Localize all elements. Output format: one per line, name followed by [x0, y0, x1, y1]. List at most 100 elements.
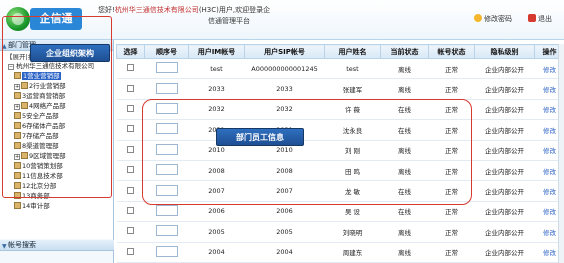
expand-icon[interactable]: + — [14, 104, 20, 110]
tree-node[interactable]: 8渠道管理部 — [14, 142, 59, 150]
account-status-cell: 正常 — [428, 160, 475, 182]
department-icon — [21, 82, 28, 89]
user-name-cell: 刘 刚 — [324, 140, 381, 161]
col-header[interactable]: 隐私级别 — [474, 44, 535, 59]
account-status-cell: 正常 — [428, 221, 475, 243]
table-row[interactable]: 20312031沈永良在线正常企业内部公开修改 — [116, 119, 564, 141]
order-input[interactable] — [155, 225, 178, 237]
order-cell — [144, 242, 189, 263]
order-input[interactable] — [155, 164, 178, 176]
row-checkbox[interactable] — [127, 206, 134, 214]
row-checkbox[interactable] — [127, 125, 134, 133]
current-status-cell: 离线 — [380, 160, 429, 182]
privacy-level-cell: 企业内部公开 — [474, 78, 535, 100]
row-checkbox[interactable] — [127, 104, 134, 112]
col-header[interactable]: 选择 — [116, 44, 145, 59]
col-header[interactable]: 用户姓名 — [324, 44, 381, 59]
edit-link[interactable]: 修改 — [543, 249, 556, 257]
tree-node[interactable]: 1营业营销部 — [14, 72, 61, 80]
col-header[interactable]: 当前状态 — [380, 44, 429, 59]
vertical-scrollbar[interactable] — [558, 44, 564, 263]
tree-node[interactable]: 7存储产品部 — [14, 132, 59, 140]
tree-node[interactable]: +9区域管理部 — [14, 152, 66, 160]
edit-link[interactable]: 修改 — [543, 147, 556, 155]
order-input[interactable] — [155, 102, 178, 114]
table-row[interactable]: 2004 2004 周建东 离线 正常 企业内部公开 修改 — [116, 242, 564, 263]
col-header[interactable]: 帐号状态 — [428, 44, 475, 59]
table-row[interactable]: 2032 2032 许 薇在线 正常 企业内部公开 修改 — [116, 99, 564, 121]
tree-node[interactable]: 3运营商营销部 — [14, 92, 65, 100]
col-header[interactable]: 顺序号 — [144, 44, 189, 59]
change-password-button[interactable]: 修改密码 — [474, 14, 512, 24]
edit-link[interactable]: 修改 — [543, 127, 556, 135]
order-cell — [144, 180, 189, 202]
sip-account-cell: 2007 — [244, 180, 325, 202]
edit-link[interactable]: 修改 — [543, 86, 556, 94]
department-icon — [21, 102, 28, 109]
account-panel-header[interactable]: ▼ 帐号搜索 — [0, 240, 114, 251]
row-checkbox[interactable] — [127, 227, 134, 235]
user-name-cell: 张建军 — [324, 78, 381, 100]
current-status-cell: 离线 — [380, 140, 429, 161]
sip-account-cell: 2008 — [244, 160, 325, 182]
welcome-suffix: (H3C)用户,欢迎登录企 — [198, 6, 271, 14]
im-account-cell: test — [188, 58, 245, 80]
tree-node[interactable]: 13商务部 — [14, 192, 50, 200]
order-input[interactable] — [155, 143, 178, 155]
exit-button[interactable]: 退出 — [528, 14, 552, 24]
col-header[interactable]: 用户IM帐号 — [188, 44, 245, 59]
exit-icon — [528, 14, 536, 22]
table-row[interactable]: 2010 2010 刘 刚离线 正常 企业内部公开 修改 — [116, 140, 564, 161]
row-checkbox[interactable] — [127, 247, 134, 255]
edit-link[interactable]: 修改 — [543, 106, 556, 114]
order-input[interactable] — [155, 82, 178, 94]
current-status-cell: 离线 — [380, 78, 429, 100]
order-input[interactable] — [155, 62, 178, 74]
table-row[interactable]: 2006 2006 吴 设在线 正常 企业内部公开 修改 — [116, 201, 564, 223]
table-row[interactable]: 2008 2008 田 鸣离线 正常 企业内部公开 修改 — [116, 160, 564, 182]
row-checkbox[interactable] — [127, 84, 134, 92]
table-row[interactable]: 2033 2033 张建军 离线 正常 企业内部公开 修改 — [116, 78, 564, 100]
row-checkbox[interactable] — [127, 166, 134, 174]
edit-link[interactable]: 修改 — [543, 66, 556, 74]
row-checkbox[interactable] — [127, 145, 134, 153]
edit-link[interactable]: 修改 — [543, 229, 556, 237]
tree-node[interactable]: 12北京分部 — [14, 182, 56, 190]
sip-account-cell: 2032 — [244, 99, 325, 121]
tree-node[interactable]: 14审计部 — [14, 202, 50, 210]
edit-link[interactable]: 修改 — [543, 208, 556, 216]
row-checkbox[interactable] — [127, 186, 134, 194]
expand-icon[interactable]: + — [14, 154, 20, 160]
tree-node[interactable]: 10营销策划部 — [14, 162, 63, 170]
edit-link[interactable]: 修改 — [543, 168, 556, 176]
table-row[interactable]: test A000000000001245 test 离线 正常 企业内部公开 修改 — [116, 58, 564, 80]
top-header: 企信通 您好!杭州华三通信技术有限公司(H3C)用户,欢迎登录企 信通管理平台 … — [0, 0, 564, 40]
tree-node-label: 7存储产品部 — [22, 132, 59, 140]
order-input[interactable] — [155, 204, 178, 216]
table-row[interactable]: 2005 2005 刘晓明 离线 正常 企业内部公开 修改 — [116, 221, 564, 243]
sip-account-cell: 2004 — [244, 242, 325, 263]
col-header[interactable]: 用户SIP帐号 — [244, 44, 325, 59]
sip-account-cell: 2006 — [244, 201, 325, 223]
collapse-toggle-icon[interactable]: − — [8, 64, 14, 70]
order-cell — [144, 140, 189, 161]
user-name-cell: test — [324, 58, 381, 80]
tree-node[interactable]: +2行业营销部 — [14, 82, 66, 90]
expand-icon[interactable]: + — [14, 84, 20, 90]
edit-link[interactable]: 修改 — [543, 188, 556, 196]
order-cell — [144, 119, 189, 141]
order-input[interactable] — [155, 123, 178, 135]
tree-node[interactable]: +4网络产品部 — [14, 102, 66, 110]
row-checkbox[interactable] — [127, 64, 134, 72]
tree-node-label: 3运营商营销部 — [22, 92, 66, 100]
tree-node[interactable]: 11信息技术部 — [14, 172, 63, 180]
table-row[interactable]: 2007 2007 龙 敏在线 正常 企业内部公开 修改 — [116, 180, 564, 202]
tree-root[interactable]: − 杭州华三通信技术有限公司 — [8, 62, 94, 71]
key-icon — [474, 14, 482, 22]
order-input[interactable] — [155, 184, 178, 196]
privacy-level-cell: 企业内部公开 — [474, 160, 535, 182]
tree-node[interactable]: 5安全产品部 — [14, 112, 59, 120]
tree-node-label: 14审计部 — [22, 202, 50, 210]
order-input[interactable] — [155, 245, 178, 257]
tree-node[interactable]: 6存储体产品部 — [14, 122, 65, 130]
